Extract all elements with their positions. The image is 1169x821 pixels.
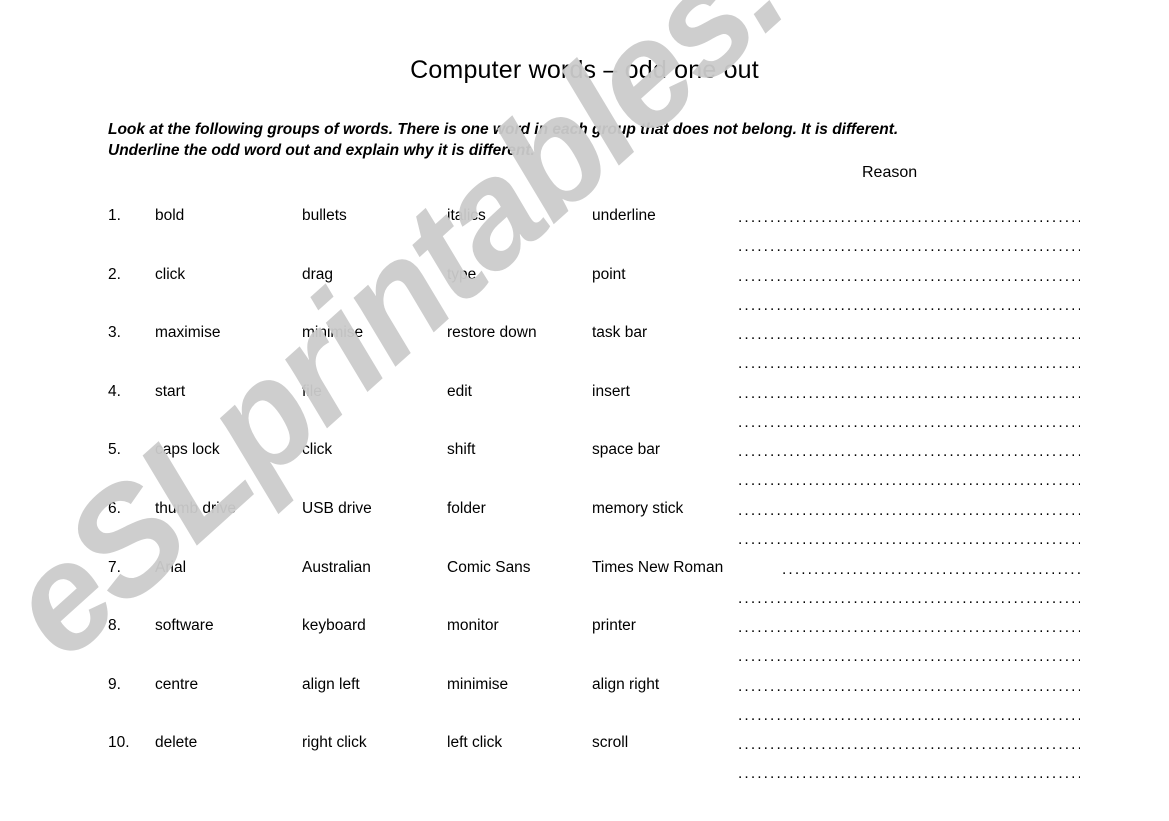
word-option-1[interactable]: thumb drive (155, 500, 236, 518)
word-option-1[interactable]: caps lock (155, 441, 220, 459)
instructions-text: Look at the following groups of words. T… (108, 119, 1048, 161)
instructions-line-1: Look at the following groups of words. T… (108, 121, 899, 138)
worksheet-content: Computer words – odd one out Look at the… (0, 0, 1169, 821)
word-option-3[interactable]: left click (447, 734, 502, 752)
word-option-2[interactable]: minimise (302, 324, 363, 342)
word-option-1[interactable]: software (155, 617, 214, 635)
row-number: 7. (108, 558, 121, 576)
answer-line[interactable]: ........................................… (738, 443, 1080, 461)
answer-line[interactable]: ........................................… (738, 502, 1080, 520)
word-option-3[interactable]: restore down (447, 324, 537, 342)
row-number: 10. (108, 734, 130, 752)
word-option-4[interactable]: memory stick (592, 500, 683, 518)
word-option-2[interactable]: right click (302, 734, 367, 752)
word-option-4[interactable]: Times New Roman (592, 559, 723, 577)
word-option-2[interactable]: drag (302, 266, 333, 284)
word-option-3[interactable]: folder (447, 500, 486, 518)
word-option-3[interactable]: shift (447, 441, 475, 459)
word-option-4[interactable]: scroll (592, 734, 628, 752)
word-option-2[interactable]: click (302, 441, 332, 459)
answer-line[interactable]: ........................................… (738, 590, 1080, 608)
word-option-2[interactable]: keyboard (302, 617, 366, 635)
row-number: 9. (108, 675, 121, 693)
word-option-1[interactable]: Arial (155, 559, 186, 577)
answer-line[interactable]: ........................................… (782, 561, 1080, 579)
word-option-1[interactable]: centre (155, 676, 198, 694)
word-option-1[interactable]: start (155, 383, 185, 401)
row-number: 3. (108, 324, 121, 342)
word-option-4[interactable]: insert (592, 383, 630, 401)
answer-line[interactable]: ........................................… (738, 238, 1080, 256)
answer-line[interactable]: ........................................… (738, 736, 1080, 754)
word-option-3[interactable]: Comic Sans (447, 559, 531, 577)
word-option-3[interactable]: monitor (447, 617, 499, 635)
answer-line[interactable]: ........................................… (738, 765, 1080, 783)
answer-line[interactable]: ........................................… (738, 678, 1080, 696)
word-option-4[interactable]: align right (592, 676, 659, 694)
answer-line[interactable]: ........................................… (738, 209, 1080, 227)
reason-column-header: Reason (862, 164, 918, 181)
row-number: 2. (108, 265, 121, 283)
answer-line[interactable]: ........................................… (738, 531, 1080, 549)
word-option-3[interactable]: italics (447, 207, 486, 225)
word-option-1[interactable]: delete (155, 734, 197, 752)
answer-line[interactable]: ........................................… (738, 355, 1080, 373)
answer-line[interactable]: ........................................… (738, 297, 1080, 315)
answer-line[interactable]: ........................................… (738, 707, 1080, 725)
answer-line[interactable]: ........................................… (738, 414, 1080, 432)
word-option-3[interactable]: edit (447, 383, 472, 401)
word-option-2[interactable]: file (302, 383, 322, 401)
row-number: 1. (108, 207, 121, 224)
answer-line[interactable]: ........................................… (738, 385, 1080, 403)
word-option-2[interactable]: bullets (302, 207, 347, 225)
answer-line[interactable]: ........................................… (738, 619, 1080, 637)
word-option-2[interactable]: Australian (302, 559, 371, 577)
word-option-4[interactable]: space bar (592, 441, 660, 459)
worksheet-page: eSLprintables.com Computer words – odd o… (0, 0, 1169, 821)
page-title: Computer words – odd one out (410, 56, 759, 84)
word-option-4[interactable]: point (592, 266, 626, 284)
row-number: 8. (108, 617, 121, 635)
word-option-1[interactable]: maximise (155, 324, 220, 342)
word-option-4[interactable]: printer (592, 617, 636, 635)
answer-line[interactable]: ........................................… (738, 472, 1080, 490)
row-number: 5. (108, 441, 121, 459)
word-option-1[interactable]: bold (155, 207, 184, 225)
word-option-4[interactable]: underline (592, 207, 656, 225)
answer-line[interactable]: ........................................… (738, 326, 1080, 344)
instructions-line-2: Underline the odd word out and explain w… (108, 142, 535, 159)
answer-line[interactable]: ........................................… (738, 648, 1080, 666)
row-number: 4. (108, 382, 121, 400)
word-option-3[interactable]: type (447, 266, 476, 284)
word-option-1[interactable]: click (155, 266, 185, 284)
answer-line[interactable]: ........................................… (738, 268, 1080, 286)
word-option-4[interactable]: task bar (592, 324, 647, 342)
word-option-2[interactable]: USB drive (302, 500, 372, 518)
word-option-2[interactable]: align left (302, 676, 360, 694)
word-option-3[interactable]: minimise (447, 676, 508, 694)
row-number: 6. (108, 500, 121, 517)
